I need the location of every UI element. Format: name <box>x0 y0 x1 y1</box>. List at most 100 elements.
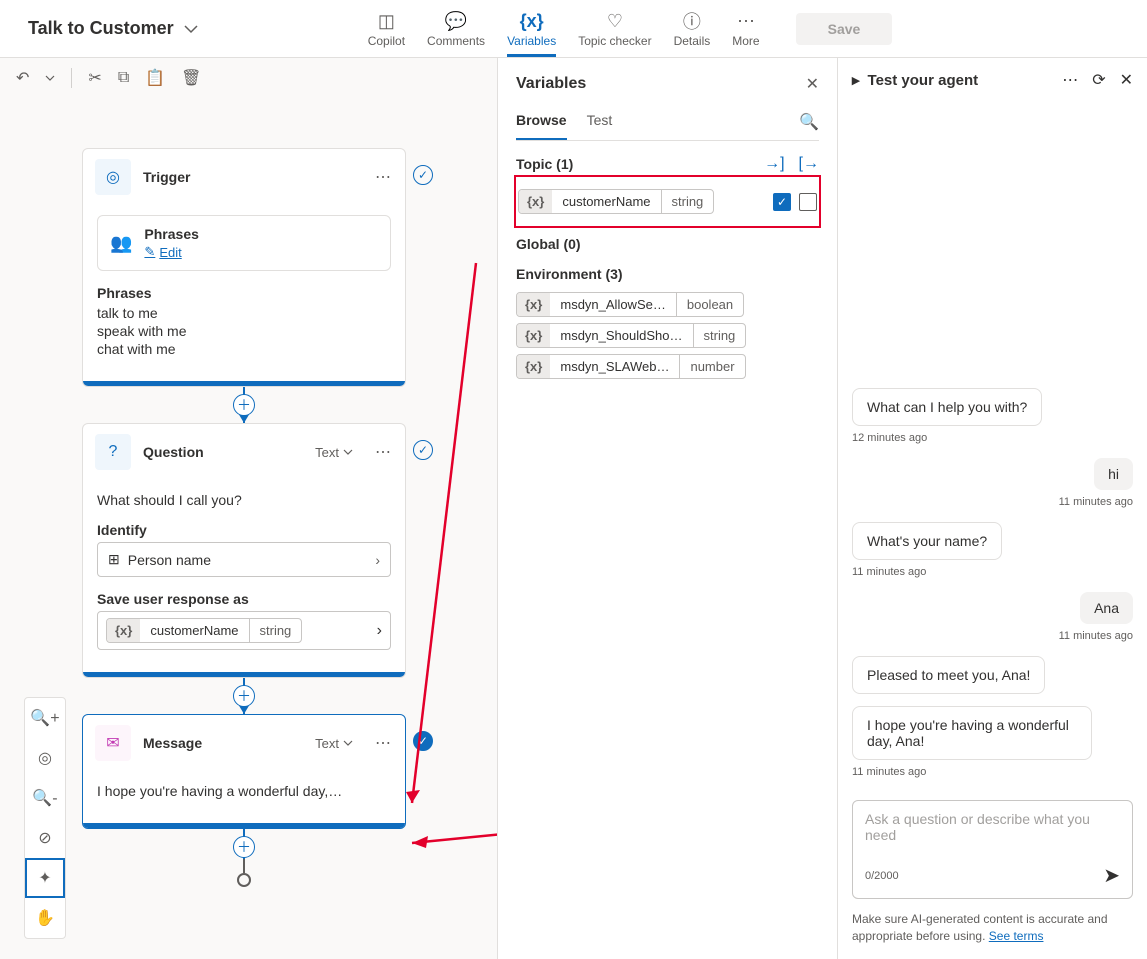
pencil-icon: ✎ <box>144 244 155 260</box>
phrases-label: Phrases <box>144 226 378 242</box>
trigger-title: Trigger <box>143 169 363 185</box>
tab-topic-checker[interactable]: ♡ Topic checker <box>578 10 651 57</box>
variable-chip[interactable]: {x}msdyn_AllowSe…boolean <box>516 292 744 317</box>
fit-button[interactable]: ◎ <box>25 738 65 778</box>
save-button[interactable]: Save <box>796 13 893 45</box>
zoom-out-button[interactable]: 🔍- <box>25 778 65 818</box>
paste-icon[interactable]: 📋 <box>145 68 165 88</box>
message-text: I hope you're having a wonderful day,… <box>97 783 391 799</box>
question-prompt: What should I call you? <box>97 492 391 508</box>
cursor-tool[interactable]: ✦ <box>25 858 65 898</box>
delete-icon[interactable]: 🗑 <box>181 68 201 88</box>
tab-comments[interactable]: 💬 Comments <box>427 10 485 57</box>
test-panel: ▸ Test your agent ⋯ ⟳ ✕ What can I help … <box>837 58 1147 959</box>
question-card[interactable]: ✓ ? Question Text ⋯ What should I call y… <box>82 423 406 678</box>
variable-type: string <box>249 619 302 642</box>
chevron-right-icon: › <box>377 622 382 640</box>
reset-button[interactable]: ⊘ <box>25 818 65 858</box>
tab-details-label: Details <box>674 34 711 48</box>
variable-chip[interactable]: {x} customerName string <box>518 189 714 214</box>
card-accent <box>83 381 405 386</box>
variable-name: customerName <box>140 619 248 642</box>
test-panel-title: Test your agent <box>868 72 979 89</box>
phrases-section-title: Phrases <box>97 285 391 301</box>
refresh-icon[interactable]: ⟳ <box>1092 70 1105 90</box>
bot-message: I hope you're having a wonderful day, An… <box>852 706 1092 760</box>
variable-chip[interactable]: {x}msdyn_SLAWeb…number <box>516 354 746 379</box>
phrase-item: talk to me <box>97 305 391 321</box>
user-message: Ana <box>1080 592 1133 624</box>
message-card[interactable]: ✓ ✉ Message Text ⋯ I hope you're having … <box>82 714 406 829</box>
phrases-box[interactable]: 👥 Phrases ✎ Edit <box>97 215 391 271</box>
card-accent <box>83 672 405 677</box>
output-type[interactable]: Text <box>315 445 353 460</box>
more-icon[interactable]: ⋯ <box>1062 70 1078 90</box>
vtab-test[interactable]: Test <box>587 104 613 140</box>
chat-icon: 💬 <box>445 10 467 32</box>
cut-icon[interactable]: ✂ <box>88 68 101 88</box>
close-icon[interactable]: ✕ <box>1120 70 1133 90</box>
tab-variables[interactable]: {x} Variables <box>507 10 556 57</box>
export-icon[interactable]: [→ <box>799 155 819 173</box>
message-title: Message <box>143 735 303 751</box>
bot-message: What can I help you with? <box>852 388 1042 426</box>
tab-details[interactable]: ⓘ Details <box>674 10 711 57</box>
topic-title[interactable]: Talk to Customer <box>28 18 198 39</box>
highlight-box: {x} customerName string ✓ <box>514 175 821 228</box>
question-icon: ? <box>95 434 131 470</box>
vtab-browse[interactable]: Browse <box>516 104 567 140</box>
save-as-field[interactable]: {x} customerName string › <box>97 611 391 650</box>
identify-value: Person name <box>128 552 211 568</box>
phrase-item: chat with me <box>97 341 391 357</box>
timestamp: 11 minutes ago <box>852 566 926 578</box>
info-icon: ⓘ <box>683 10 701 32</box>
variable-icon: {x} <box>519 190 552 213</box>
chat-window[interactable]: What can I help you with? 12 minutes ago… <box>838 102 1147 800</box>
copy-icon[interactable]: ⧉ <box>118 69 129 87</box>
global-section: Global (0) <box>516 236 819 252</box>
phrase-item: speak with me <box>97 323 391 339</box>
copilot-icon: ◫ <box>378 10 395 32</box>
import-icon[interactable]: →] <box>764 155 784 173</box>
checkbox-return[interactable] <box>799 193 817 211</box>
variable-type: string <box>661 190 714 213</box>
card-menu-button[interactable]: ⋯ <box>375 167 393 187</box>
close-icon[interactable]: ✕ <box>806 74 819 94</box>
trigger-card[interactable]: ✓ ◎ Trigger ⋯ 👥 Phrases ✎ Edit <box>82 148 406 387</box>
tab-copilot[interactable]: ◫ Copilot <box>368 10 405 57</box>
identify-label: Identify <box>97 522 391 538</box>
variable-chip[interactable]: {x}msdyn_ShouldSho…string <box>516 323 746 348</box>
identify-field[interactable]: ⊞ Person name › <box>97 542 391 577</box>
pan-tool[interactable]: ✋ <box>25 898 65 938</box>
tab-more[interactable]: ⋯ More <box>732 10 759 57</box>
card-menu-button[interactable]: ⋯ <box>375 442 393 462</box>
send-icon[interactable]: ➤ <box>1103 863 1120 888</box>
divider <box>71 68 72 88</box>
status-check-icon: ✓ <box>413 165 433 185</box>
caret-right-icon[interactable]: ▸ <box>852 71 860 89</box>
edit-phrases-link[interactable]: ✎ Edit <box>144 244 378 260</box>
zoom-in-button[interactable]: 🔍+ <box>25 698 65 738</box>
end-node <box>237 873 251 887</box>
chat-input[interactable]: Ask a question or describe what you need… <box>852 800 1133 899</box>
phrases-icon: 👥 <box>110 233 132 254</box>
bot-message: Pleased to meet you, Ana! <box>852 656 1045 694</box>
checkbox-receive[interactable]: ✓ <box>773 193 791 211</box>
add-node-button[interactable]: ＋ <box>233 836 255 858</box>
card-menu-button[interactable]: ⋯ <box>375 733 393 753</box>
entity-icon: ⊞ <box>108 551 120 568</box>
authoring-canvas[interactable]: ↶ ✂ ⧉ 📋 🗑 ✓ ◎ Trigger ⋯ 👥 <box>0 58 497 959</box>
variable-name: customerName <box>552 190 660 213</box>
add-node-button[interactable]: ＋ <box>233 394 255 416</box>
output-type[interactable]: Text <box>315 736 353 751</box>
undo-button[interactable]: ↶ <box>16 68 29 88</box>
disclaimer: Make sure AI-generated content is accura… <box>838 911 1147 959</box>
chevron-down-icon <box>184 22 198 36</box>
add-node-button[interactable]: ＋ <box>233 685 255 707</box>
tab-copilot-label: Copilot <box>368 34 405 48</box>
chevron-down-icon[interactable] <box>45 73 55 83</box>
edit-text: Edit <box>159 245 181 260</box>
search-icon[interactable]: 🔍 <box>799 104 819 140</box>
variable-icon: {x} <box>107 619 140 642</box>
see-terms-link[interactable]: See terms <box>989 929 1044 943</box>
